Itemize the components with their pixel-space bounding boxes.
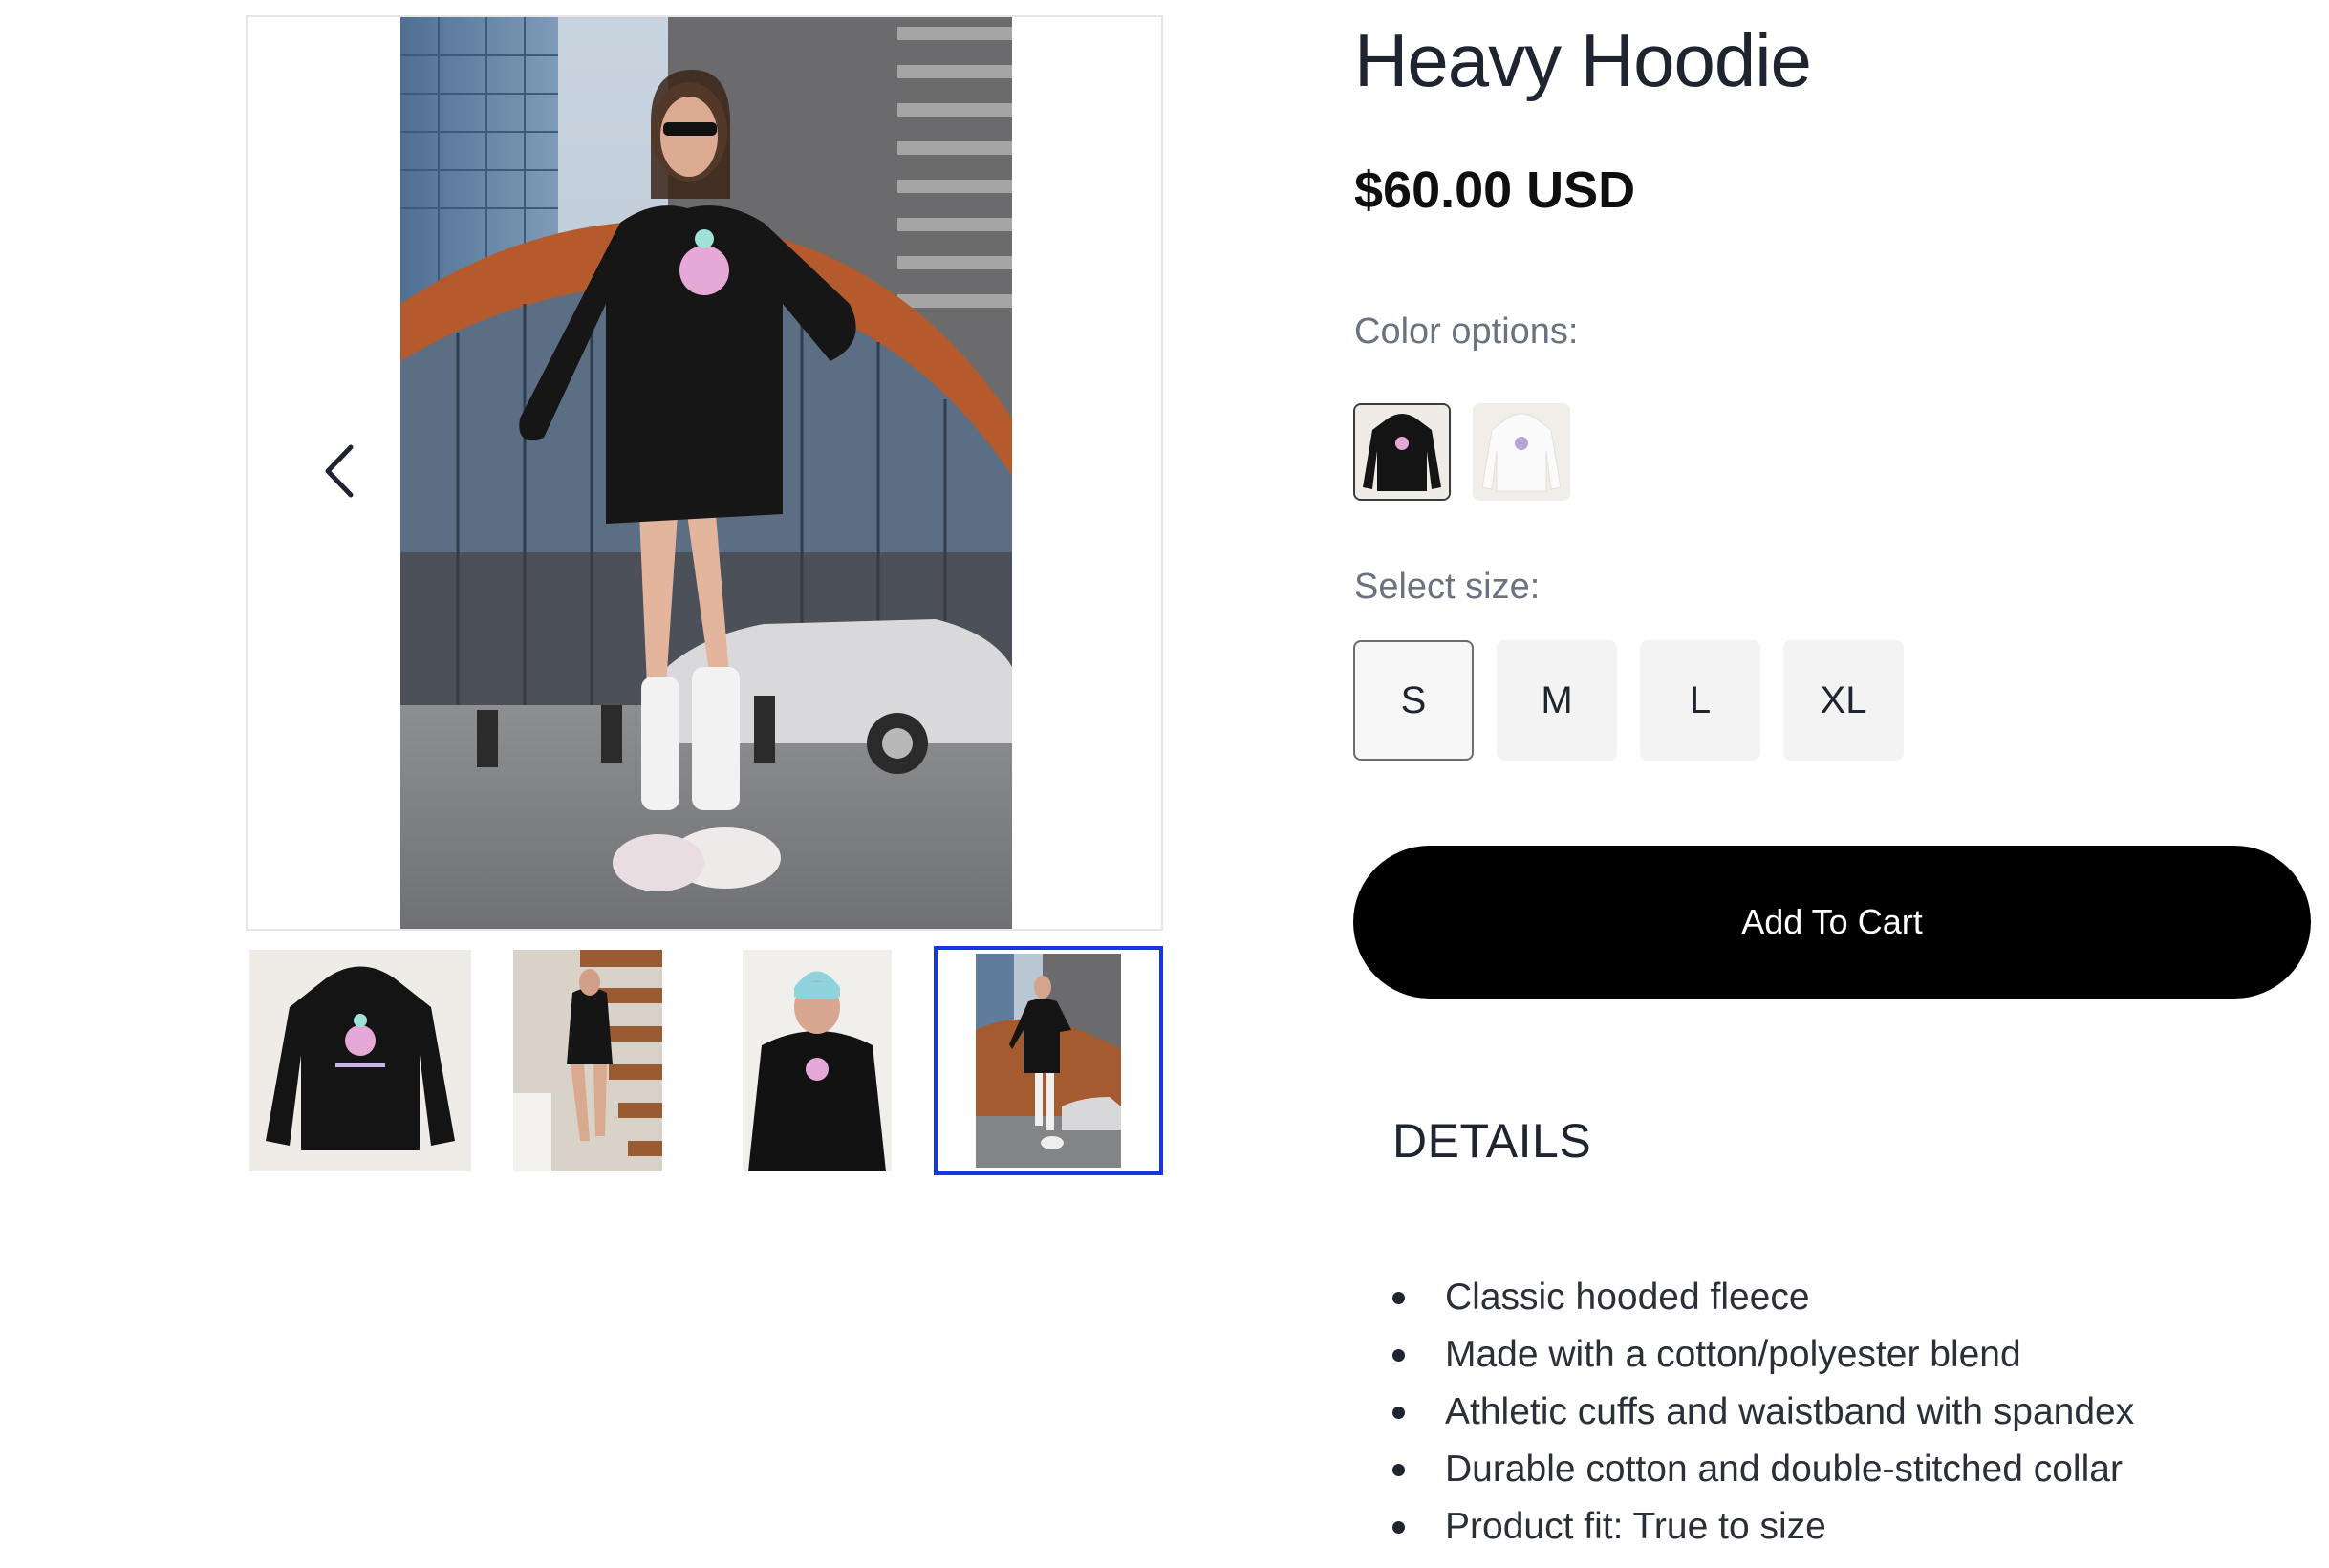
thumbnail-model-stairs[interactable] [475, 946, 704, 1175]
color-swatch-white[interactable] [1473, 403, 1570, 501]
thumbnail-image [743, 950, 892, 1171]
details-heading: DETAILS [1392, 1114, 1592, 1168]
thumbnail-image [976, 954, 1121, 1168]
thumbnail-image [513, 950, 662, 1171]
size-button-xl[interactable]: XL [1783, 640, 1904, 761]
size-button-l[interactable]: L [1640, 640, 1760, 761]
thumbnail-strip [246, 946, 1163, 1175]
white-hoodie-image [1475, 405, 1568, 499]
details-list: Classic hooded fleece Made with a cotton… [1392, 1269, 2134, 1556]
thumbnail-model-beanie[interactable] [704, 946, 934, 1175]
details-list-item: Made with a cotton/polyester blend [1392, 1326, 2134, 1384]
details-list-item: Athletic cuffs and waistband with spande… [1392, 1384, 2134, 1441]
select-size-label: Select size: [1354, 567, 1541, 607]
chevron-left-icon [325, 444, 354, 498]
previous-image-button[interactable] [314, 438, 372, 505]
product-title: Heavy Hoodie [1354, 18, 1812, 102]
thumbnail-hoodie-front[interactable] [246, 946, 475, 1175]
size-button-m[interactable]: M [1497, 640, 1617, 761]
details-list-item: Durable cotton and double-stitched colla… [1392, 1441, 2134, 1498]
thumbnail-model-street[interactable] [934, 946, 1163, 1175]
thumbnail-image [249, 950, 471, 1171]
details-list-item: Product fit: True to size [1392, 1498, 2134, 1556]
details-list-item: Classic hooded fleece [1392, 1269, 2134, 1326]
main-product-photo [400, 17, 1012, 929]
product-price: $60.00 USD [1354, 161, 1636, 219]
main-product-image-frame [246, 15, 1163, 931]
color-options-label: Color options: [1354, 311, 1579, 352]
add-to-cart-button[interactable]: Add To Cart [1353, 846, 2311, 999]
size-button-s[interactable]: S [1353, 640, 1474, 761]
black-hoodie-image [1355, 405, 1449, 499]
color-swatch-black[interactable] [1353, 403, 1451, 501]
